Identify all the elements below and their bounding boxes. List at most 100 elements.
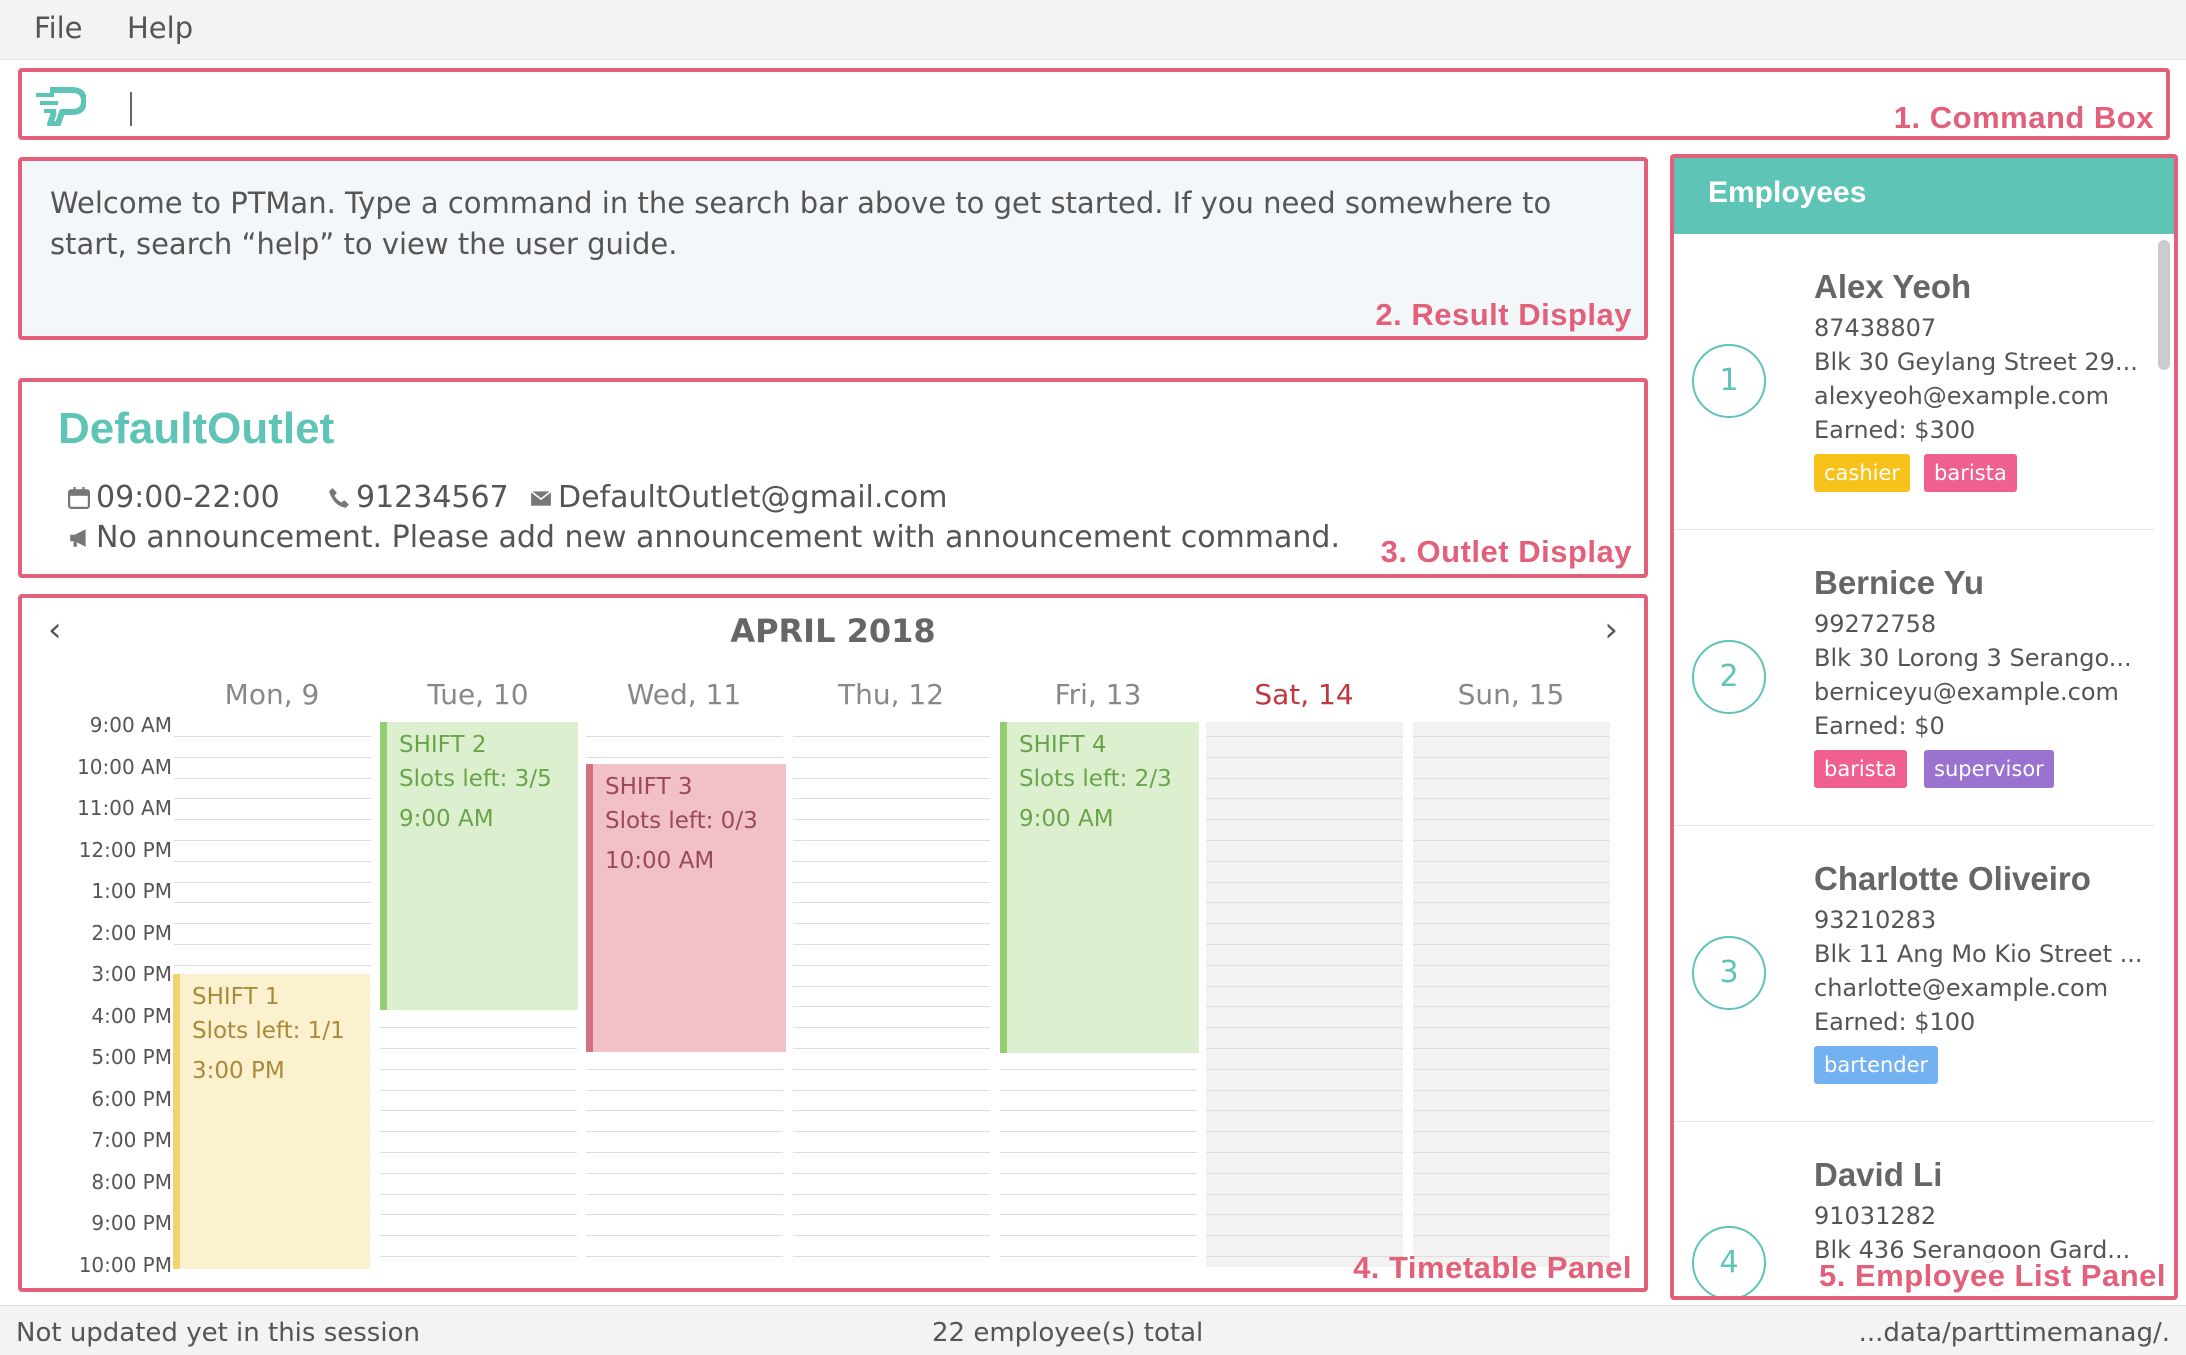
status-path: ...data/parttimemanag/. — [1858, 1318, 2170, 1348]
grid-line — [1413, 819, 1610, 821]
grid-line — [1413, 1089, 1610, 1091]
grid-line — [793, 756, 990, 758]
grid-line — [793, 923, 990, 925]
grid-line — [586, 1256, 783, 1257]
day-header: Sat, 14 — [1254, 678, 1354, 711]
grid-line — [793, 1214, 990, 1216]
shift-4[interactable]: SHIFT 4 Slots left: 2/3 9:00 AM — [1000, 722, 1199, 1053]
grid-line — [1206, 777, 1403, 779]
menu-file[interactable]: File — [34, 11, 83, 45]
day-header: Wed, 11 — [626, 678, 742, 711]
shift-1[interactable]: SHIFT 1 Slots left: 1/1 3:00 PM — [173, 974, 370, 1269]
grid-line — [174, 881, 371, 883]
outlet-name: DefaultOutlet — [58, 404, 335, 453]
grid-line — [1206, 860, 1403, 862]
day-header: Tue, 10 — [427, 678, 529, 711]
day-header: Sun, 15 — [1457, 678, 1565, 711]
employee-name: Alex Yeoh — [1814, 268, 1972, 305]
employee-card[interactable]: 2 Bernice Yu 99272758 Blk 30 Lorong 3 Se… — [1674, 530, 2154, 826]
day-column[interactable] — [1206, 722, 1403, 1267]
grid-line — [586, 1193, 783, 1195]
employee-phone: 91031282 — [1814, 1202, 1937, 1230]
time-label: 3:00 PM — [91, 962, 172, 986]
shift-2-title: SHIFT 2 — [399, 732, 487, 758]
grid-line — [793, 1172, 990, 1174]
grid-line — [586, 1110, 783, 1112]
grid-line — [793, 1256, 990, 1257]
grid-line — [1413, 1214, 1610, 1216]
envelope-icon — [530, 490, 552, 506]
grid-line — [793, 1110, 990, 1112]
employee-card[interactable]: 3 Charlotte Oliveiro 93210283 Blk 11 Ang… — [1674, 826, 2154, 1122]
grid-line — [586, 1235, 783, 1237]
employee-phone: 93210283 — [1814, 906, 1937, 934]
grid-line — [793, 777, 990, 779]
result-display: Welcome to PTMan. Type a command in the … — [18, 157, 1648, 340]
grid-line — [586, 1089, 783, 1091]
grid-line — [1206, 881, 1403, 883]
grid-line — [174, 736, 371, 737]
menu-bar: File Help — [0, 0, 2186, 60]
grid-line — [1413, 1172, 1610, 1174]
grid-line — [380, 1027, 577, 1029]
grid-line — [380, 1214, 577, 1216]
shift-3[interactable]: SHIFT 3 Slots left: 0/3 10:00 AM — [586, 764, 786, 1052]
outlet-hours-text: 09:00-22:00 — [96, 480, 280, 515]
tag-bartender: bartender — [1814, 1046, 1939, 1084]
grid-line — [1413, 1110, 1610, 1112]
grid-line — [586, 1068, 783, 1070]
grid-line — [1206, 1235, 1403, 1237]
grid-line — [793, 1235, 990, 1237]
employee-earned: Earned: $0 — [1814, 712, 1945, 740]
employee-list-panel: Employees 1 Alex Yeoh 87438807 Blk 30 Ge… — [1670, 154, 2178, 1300]
grid-line — [1206, 1068, 1403, 1070]
grid-line — [1413, 860, 1610, 862]
employee-name: Charlotte Oliveiro — [1814, 860, 2091, 897]
day-header: Thu, 12 — [837, 678, 945, 711]
grid-line — [793, 840, 990, 841]
command-box[interactable]: 1. Command Box — [18, 68, 2170, 140]
grid-line — [1206, 944, 1403, 945]
shift-1-slots: Slots left: 1/1 — [192, 1018, 345, 1044]
grid-line — [1413, 964, 1610, 966]
grid-line — [1000, 1152, 1197, 1153]
grid-line — [380, 1193, 577, 1195]
outlet-hours: 09:00-22:00 — [68, 480, 280, 515]
time-label: 12:00 PM — [78, 837, 172, 862]
grid-line — [1206, 985, 1403, 987]
grid-line — [793, 1027, 990, 1029]
grid-line — [793, 1152, 990, 1153]
grid-line — [793, 985, 990, 987]
tag-barista: barista — [1924, 454, 2017, 492]
menu-help[interactable]: Help — [127, 11, 193, 45]
day-column[interactable] — [793, 722, 990, 1267]
annotation-command-box: 1. Command Box — [1893, 100, 2154, 135]
grid-line — [1206, 1027, 1403, 1029]
employee-card[interactable]: 1 Alex Yeoh 87438807 Blk 30 Geylang Stre… — [1674, 234, 2154, 530]
grid-line — [380, 1089, 577, 1091]
grid-line — [380, 1048, 577, 1049]
ptman-logo-icon — [36, 87, 86, 126]
grid-line — [174, 798, 371, 800]
grid-line — [793, 1193, 990, 1195]
grid-line — [174, 840, 371, 841]
grid-line — [793, 1068, 990, 1070]
day-column[interactable] — [1413, 722, 1610, 1267]
command-input-caret[interactable] — [130, 92, 132, 126]
grid-line — [380, 1235, 577, 1237]
grid-line — [586, 756, 783, 758]
time-label: 10:00 PM — [78, 1252, 172, 1277]
employee-list-scrollbar[interactable] — [2158, 240, 2170, 370]
grid-line — [1206, 1172, 1403, 1174]
grid-line — [380, 1256, 577, 1257]
grid-line — [1206, 1006, 1403, 1008]
grid-line — [793, 964, 990, 966]
grid-line — [1206, 1131, 1403, 1133]
shift-3-time: 10:00 AM — [605, 848, 715, 874]
employee-email: charlotte@example.com — [1814, 974, 2109, 1002]
employee-address: Blk 30 Geylang Street 29... — [1814, 348, 2138, 376]
grid-line — [1206, 1152, 1403, 1153]
grid-line — [1413, 1068, 1610, 1070]
shift-2[interactable]: SHIFT 2 Slots left: 3/5 9:00 AM — [380, 722, 578, 1010]
shift-1-time: 3:00 PM — [192, 1058, 285, 1084]
